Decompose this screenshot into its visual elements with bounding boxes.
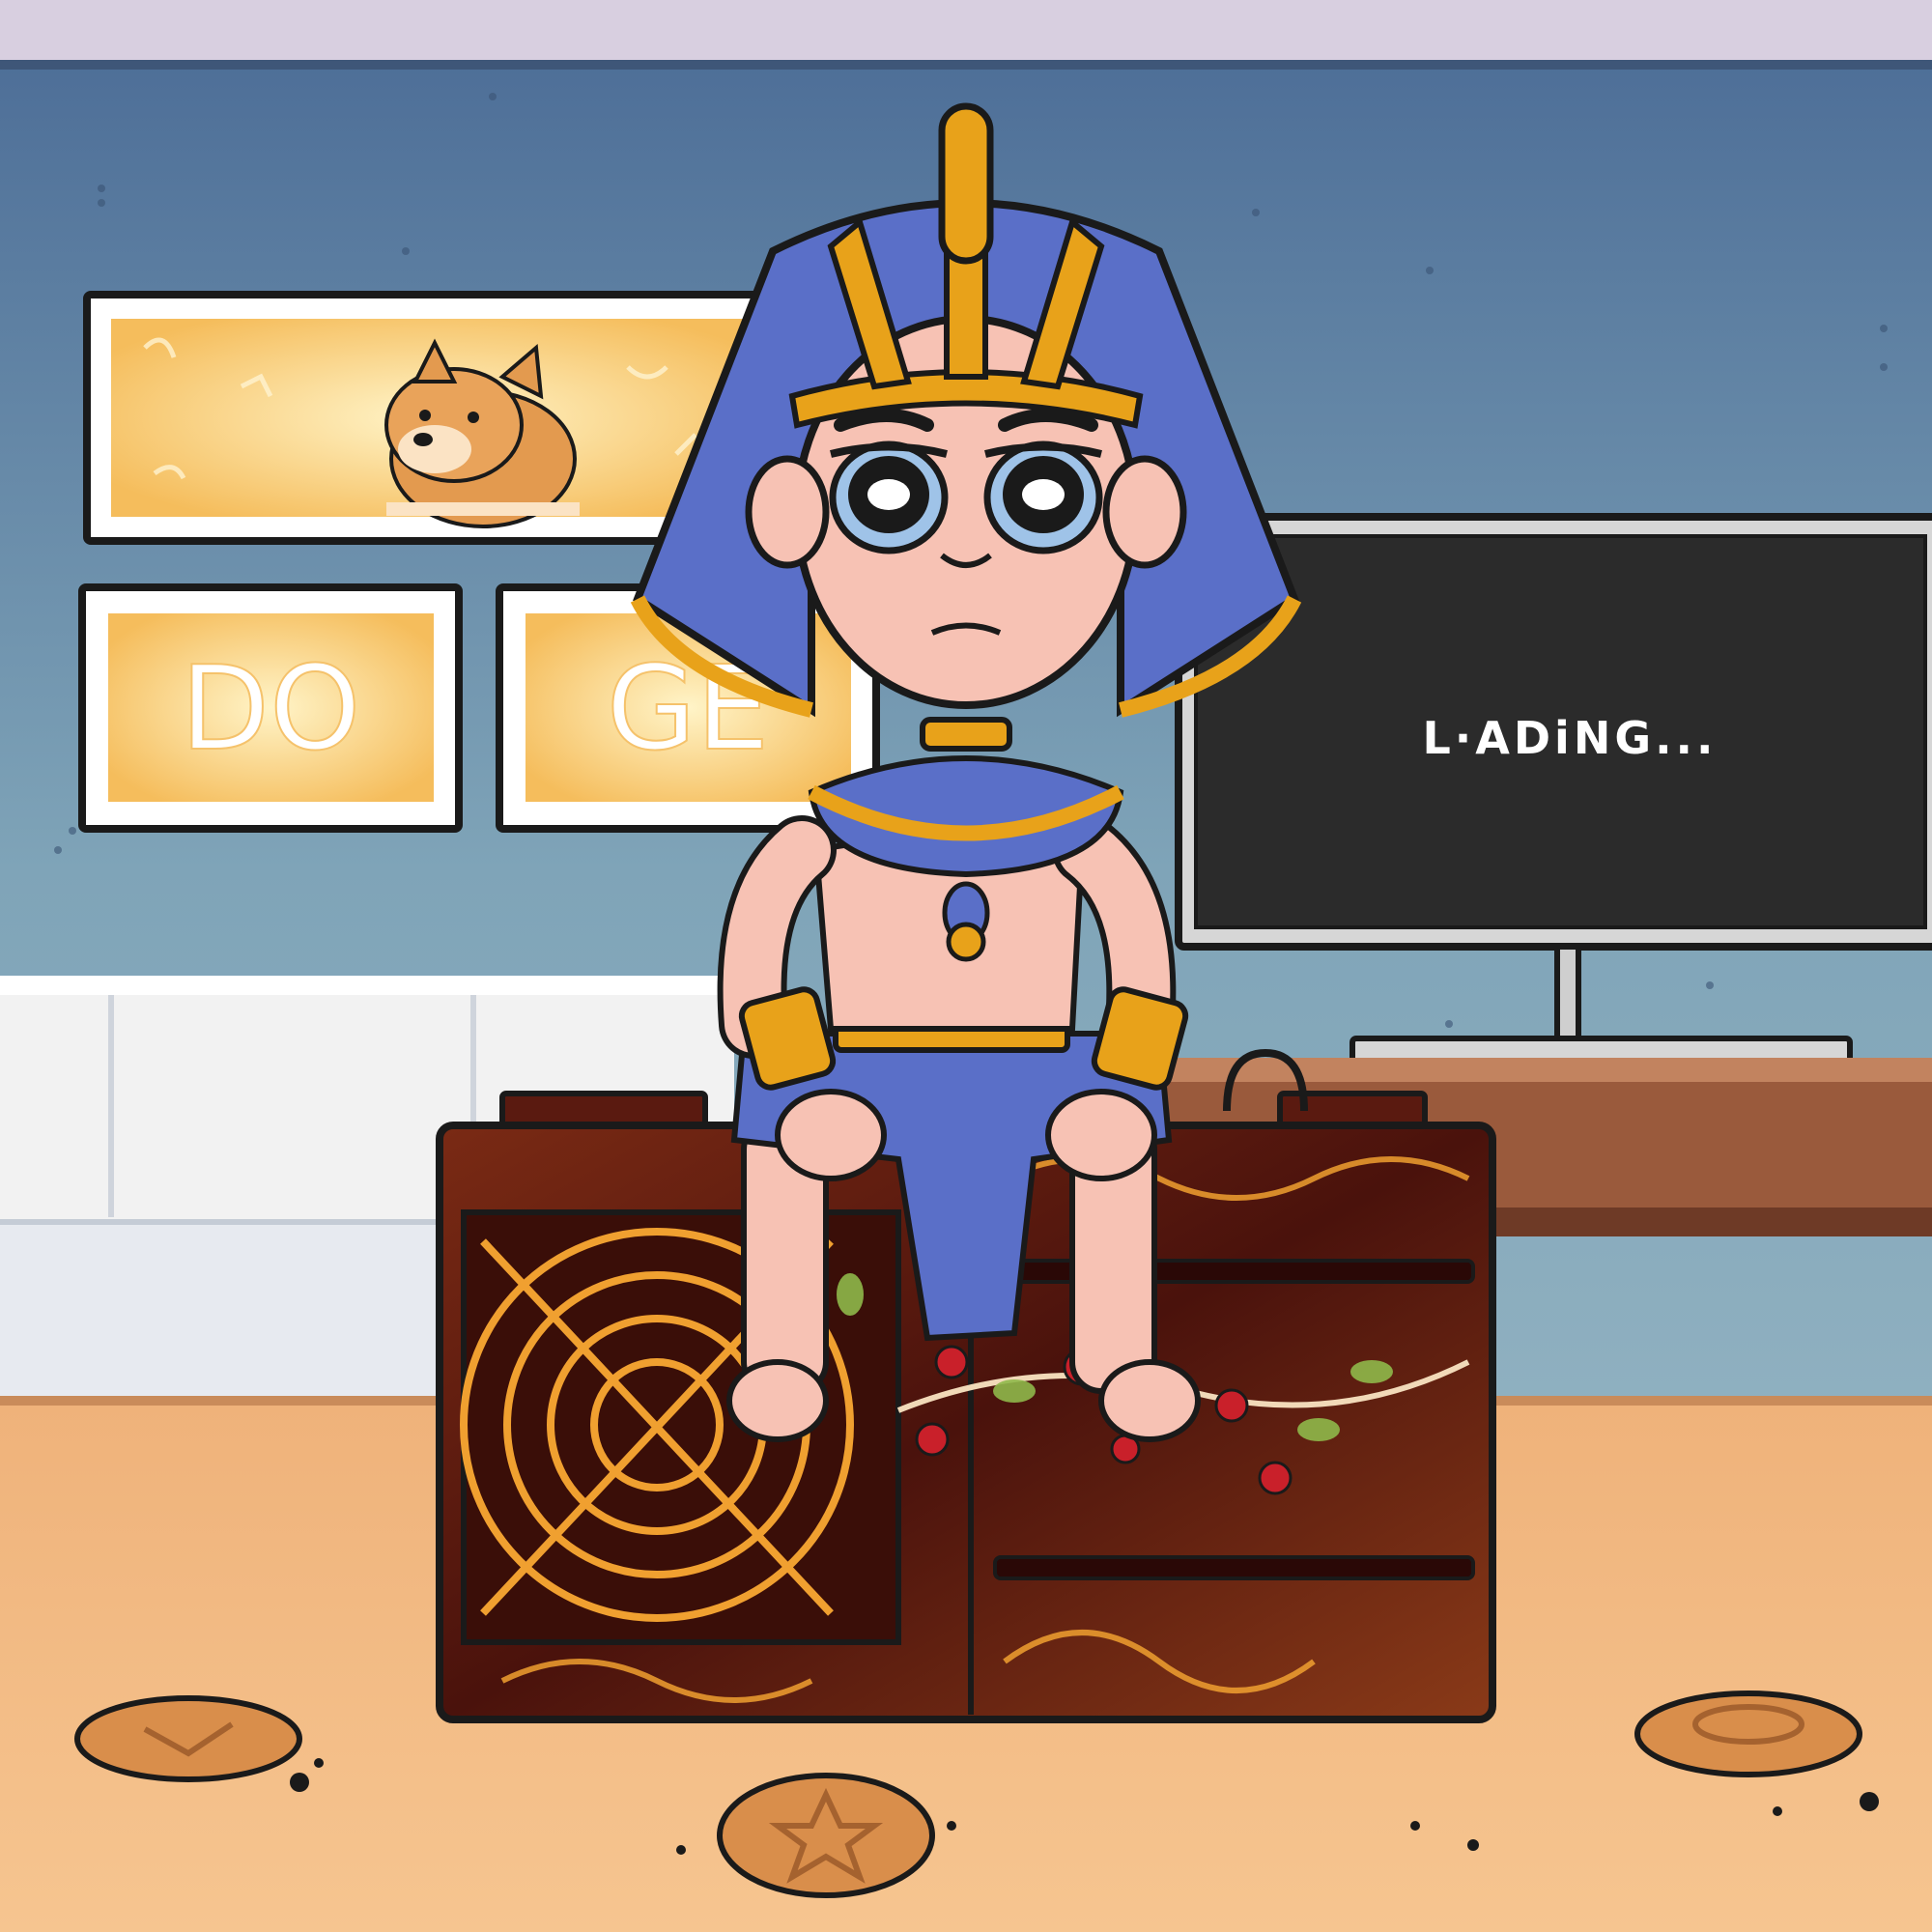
- tv-loading-text: L·ADiNG...: [1422, 712, 1717, 764]
- cookie-right: [1634, 1690, 1862, 1777]
- uraeus-icon: [938, 102, 994, 265]
- cookie-left: [74, 1695, 302, 1782]
- cookie-star: [717, 1773, 935, 1898]
- wall-frame-left-panel: DO: [78, 583, 463, 833]
- ceiling: [0, 0, 1932, 68]
- scene: DO GE L·ADiNG...: [0, 0, 1932, 1932]
- frame-text-left: DO: [181, 642, 361, 777]
